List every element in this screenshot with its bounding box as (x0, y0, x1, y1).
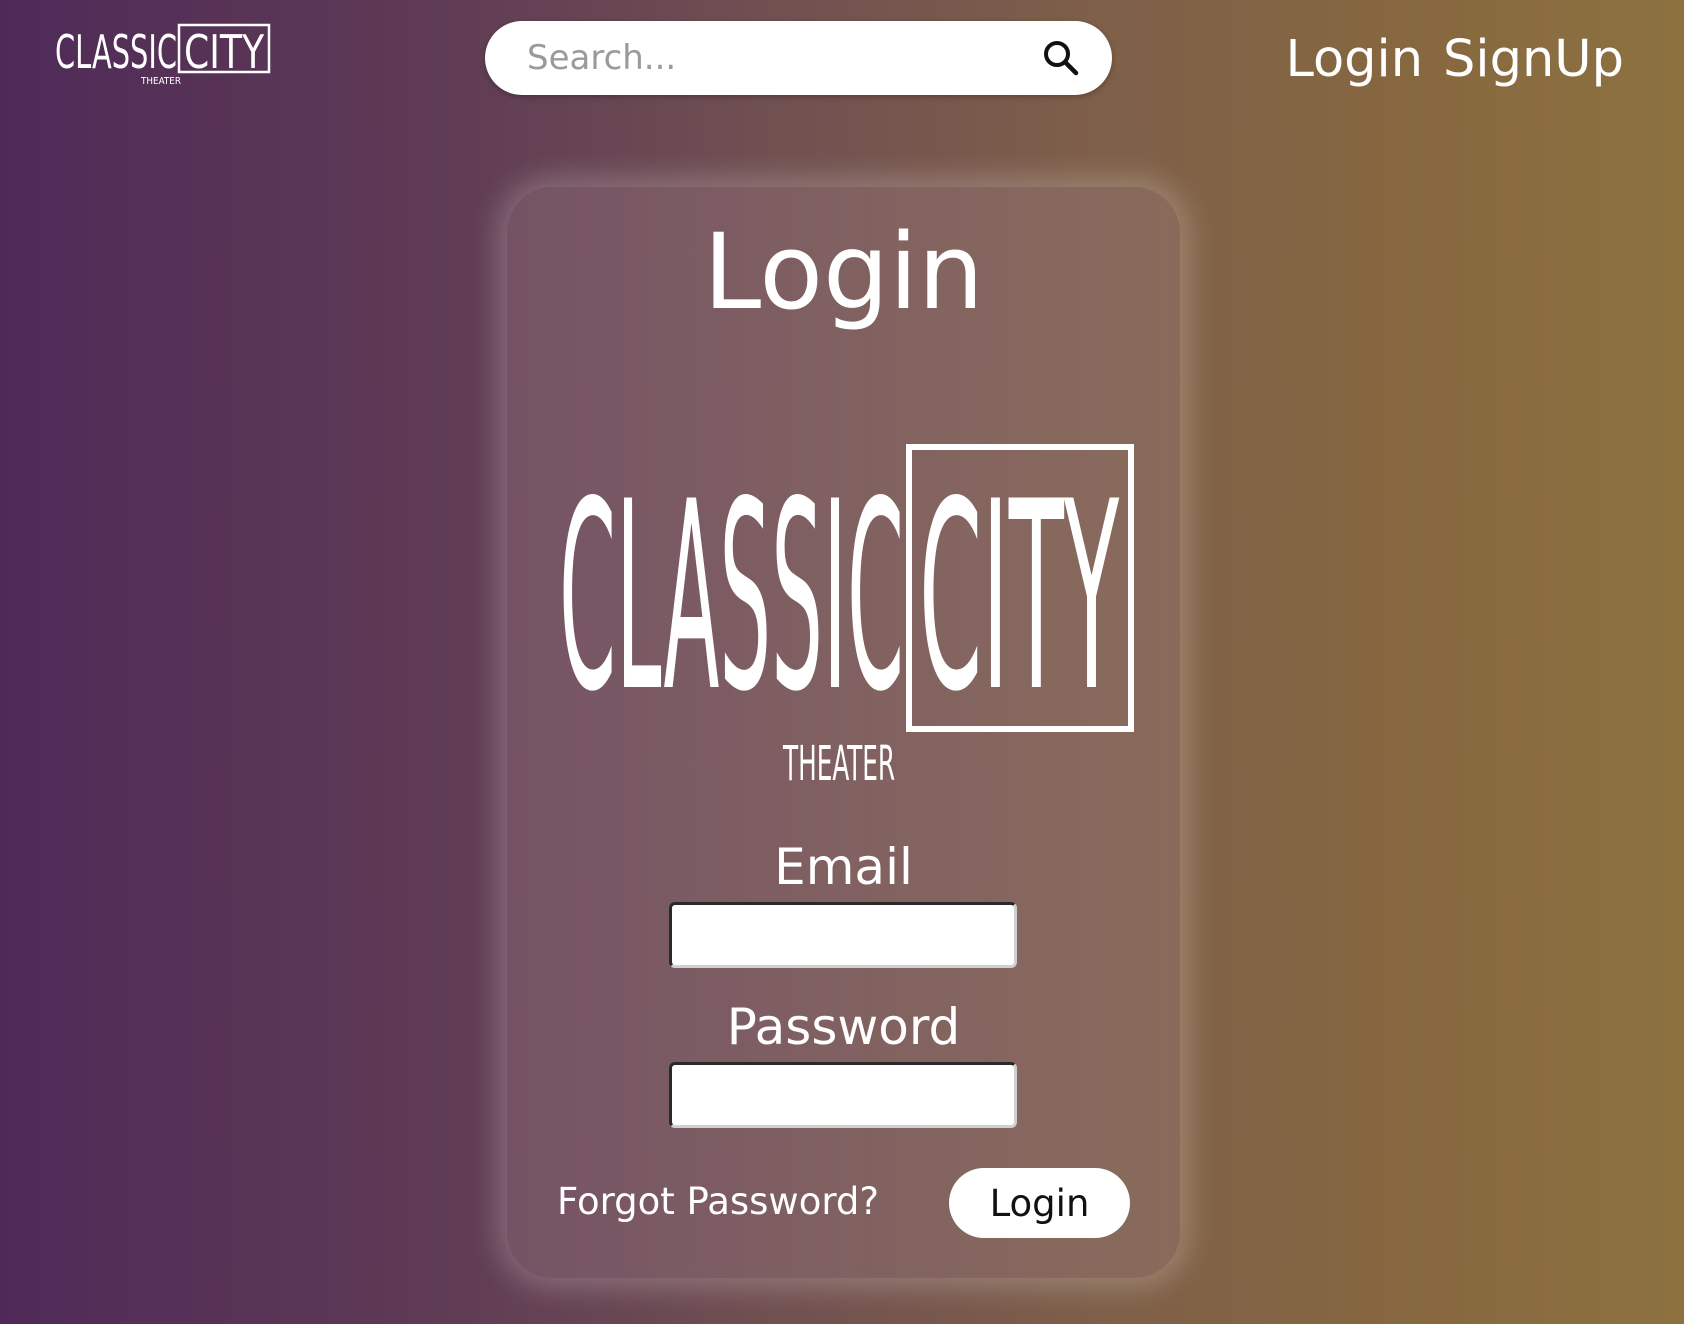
brand-logo[interactable]: CLASSIC CITY THEATER (55, 22, 275, 92)
search-icon[interactable] (1040, 37, 1082, 79)
search-input[interactable] (525, 37, 1040, 79)
svg-text:CITY: CITY (919, 447, 1120, 749)
login-card: Login CLASSIC CITY THEATER Email Passwor… (507, 187, 1180, 1278)
login-title: Login (703, 211, 984, 333)
password-label: Password (726, 998, 961, 1056)
email-field[interactable] (669, 902, 1017, 968)
svg-text:CLASSIC: CLASSIC (559, 447, 904, 749)
search-bar (485, 21, 1112, 95)
svg-text:CLASSIC: CLASSIC (55, 25, 177, 79)
nav-signup-link[interactable]: SignUp (1443, 28, 1624, 92)
email-label: Email (774, 838, 913, 896)
header-nav: Login SignUp (1285, 28, 1624, 92)
nav-login-link[interactable]: Login (1285, 28, 1423, 92)
forgot-password-link[interactable]: Forgot Password? (557, 1177, 879, 1227)
card-logo: CLASSIC CITY THEATER (551, 435, 1141, 792)
svg-text:THEATER: THEATER (782, 736, 895, 785)
password-field[interactable] (669, 1062, 1017, 1128)
svg-text:THEATER: THEATER (140, 76, 181, 87)
login-submit-button[interactable]: Login (949, 1168, 1130, 1238)
svg-text:CITY: CITY (184, 25, 265, 79)
